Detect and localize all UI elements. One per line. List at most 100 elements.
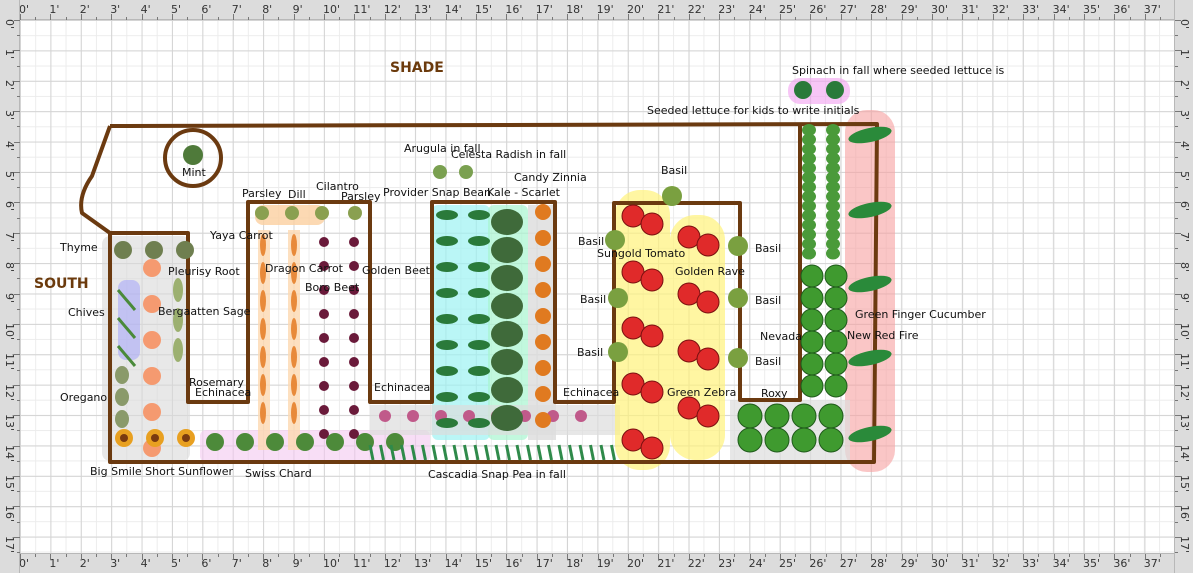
ruler-tick: [1008, 554, 1009, 557]
label-basil[interactable]: Basil: [580, 294, 606, 306]
garden-plan[interactable]: [0, 0, 1193, 573]
label-thyme[interactable]: Thyme: [60, 242, 98, 254]
ruler-tick: [886, 17, 888, 20]
label-echinacea[interactable]: Echinacea: [374, 382, 430, 394]
snap-pea-icon: [547, 444, 553, 461]
ruler-label: 15': [475, 557, 493, 570]
label-snap-bean[interactable]: Provider Snap Bean: [383, 187, 491, 199]
lettuce-head-icon: [818, 403, 844, 429]
lettuce-head-icon: [800, 264, 824, 288]
ruler-tick: [1175, 263, 1181, 265]
oregano-icon: [115, 366, 129, 384]
label-nevada[interactable]: Nevada: [760, 331, 802, 343]
ruler-tick: [14, 172, 20, 173]
label-parsley[interactable]: Parsley: [242, 188, 281, 200]
label-basil[interactable]: Basil: [755, 243, 781, 255]
ruler-tick: [415, 554, 417, 560]
ruler-tick: [14, 20, 20, 21]
carrot-icon: [291, 234, 297, 256]
sunflower-center: [182, 434, 190, 442]
ruler-tick: [156, 554, 158, 557]
label-basil[interactable]: Basil: [755, 356, 781, 368]
ruler-tick: [384, 14, 386, 20]
label-pleurisy-root[interactable]: Pleurisy Root: [168, 266, 240, 278]
label-oregano[interactable]: Oregano: [60, 392, 107, 404]
ruler-tick: [17, 96, 20, 97]
label-basil[interactable]: Basil: [577, 347, 603, 359]
ruler-tick: [1068, 17, 1070, 20]
label-sungold-tomato[interactable]: Sungold Tomato: [597, 248, 685, 260]
ruler-tick: [17, 187, 20, 189]
ruler-tick: [1175, 248, 1178, 249]
label-parsley[interactable]: Parsley: [341, 191, 380, 203]
ruler-right: 0' 1' 2' 3' 4' 5' 6' 7' 8' 9' 10' 11' 12' 13' 14' 15' 16…: [1174, 0, 1193, 573]
snap-pea-icon: [526, 444, 532, 461]
label-golden-rave[interactable]: Golden Rave: [675, 266, 745, 278]
label-sage[interactable]: Bergaatten Sage: [158, 306, 250, 318]
ruler-tick: [1175, 476, 1181, 477]
carrot-icon: [291, 374, 297, 396]
label-dragon-carrot[interactable]: Dragon Carrot: [265, 263, 343, 275]
ruler-label: 32': [991, 3, 1009, 16]
ruler-tick: [308, 554, 310, 557]
kale-icon: [491, 265, 523, 291]
label-kale[interactable]: Kale - Scarlet: [487, 187, 560, 199]
echinacea-icon: [575, 410, 587, 422]
ruler-tick: [1114, 14, 1116, 20]
ruler-tick: [780, 14, 781, 20]
zinnia-icon: [535, 204, 551, 220]
tomato-icon: [696, 233, 720, 257]
ruler-tick: [1175, 80, 1181, 82]
kale-icon: [491, 349, 523, 375]
ruler-tick: [1068, 554, 1070, 557]
ruler-tick: [992, 14, 994, 20]
ruler-tick: [1038, 554, 1040, 557]
label-chives[interactable]: Chives: [68, 307, 105, 319]
snap-bean-icon: [468, 340, 490, 350]
lettuce-head-icon: [824, 374, 848, 398]
label-spinach[interactable]: Spinach in fall where seeded lettuce is: [792, 65, 1004, 77]
ruler-tick: [1008, 17, 1009, 20]
carrot-icon: [260, 318, 266, 340]
ruler-label: 17': [3, 535, 16, 553]
label-zinnia[interactable]: Candy Zinnia: [514, 172, 587, 184]
ruler-tick: [856, 554, 857, 557]
snap-pea-icon: [484, 444, 490, 461]
sage-flower-icon: [143, 367, 161, 385]
label-seeded-lettuce[interactable]: Seeded lettuce for kids to write initial…: [647, 105, 859, 117]
label-radish[interactable]: Celesta Radish in fall: [451, 149, 566, 161]
label-swiss-chard[interactable]: Swiss Chard: [245, 468, 312, 480]
label-snap-pea[interactable]: Cascadia Snap Pea in fall: [428, 469, 566, 481]
swiss-chard-icon: [266, 433, 284, 451]
ruler-label: 12': [383, 557, 401, 570]
label-dill[interactable]: Dill: [288, 189, 306, 201]
snap-pea-icon: [515, 444, 522, 461]
label-echinacea[interactable]: Echinacea: [563, 387, 619, 399]
label-cucumber[interactable]: Green Finger Cucumber: [855, 309, 986, 321]
label-new-red-fire[interactable]: New Red Fire: [847, 330, 919, 342]
label-basil[interactable]: Basil: [755, 295, 781, 307]
label-echinacea[interactable]: Echinacea: [195, 387, 251, 399]
ruler-tick: [445, 554, 447, 560]
lettuce-head-icon: [824, 264, 848, 288]
ruler-tick: [17, 248, 20, 249]
ruler-tick: [658, 554, 660, 560]
label-sunflower[interactable]: Big Smile Short Sunflower: [90, 466, 233, 478]
label-roxy[interactable]: Roxy: [761, 388, 788, 400]
label-basil[interactable]: Basil: [661, 165, 687, 177]
snap-pea-icon: [599, 444, 606, 461]
ruler-tick: [764, 17, 766, 20]
thyme-icon: [145, 241, 163, 259]
snap-bean-icon: [436, 392, 458, 402]
ruler-label: 29': [900, 557, 918, 570]
label-mint[interactable]: Mint: [182, 167, 206, 179]
label-yaya-carrot[interactable]: Yaya Carrot: [210, 230, 273, 242]
label-green-zebra[interactable]: Green Zebra: [667, 387, 736, 399]
ruler-tick: [50, 554, 52, 560]
ruler-tick: [17, 65, 20, 67]
label-boro-beet[interactable]: Boro Beet: [305, 282, 359, 294]
label-golden-beet[interactable]: Golden Beet: [362, 265, 430, 277]
snap-bean-icon: [436, 340, 458, 350]
snap-bean-icon: [468, 314, 490, 324]
snap-bean-icon: [436, 288, 458, 298]
